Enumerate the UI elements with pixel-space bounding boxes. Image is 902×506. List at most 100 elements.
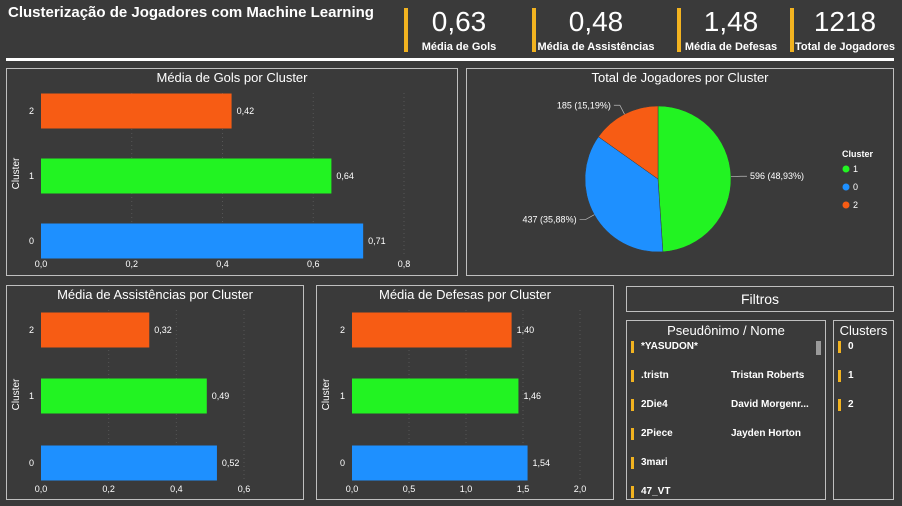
page-title: Clusterização de Jogadores com Machine L…: [8, 4, 374, 21]
data-label: 0,32: [154, 325, 172, 335]
slicer-checkbox-marker[interactable]: [631, 341, 634, 353]
bar-chart-gols: 0,0 0,2 0,4 0,6 0,8 Cluster 2 0,42 1 0,64 0 0,71: [11, 93, 411, 269]
slicer-item-name[interactable]: .tristn: [641, 370, 669, 381]
x-tick-label: 0,5: [403, 484, 416, 494]
data-label: 185 (15,19%): [557, 100, 611, 110]
y-tick-label: 0: [29, 236, 34, 246]
cluster-slicer[interactable]: Clusters 0 1 2: [833, 320, 894, 500]
y-tick-label: 1: [340, 391, 345, 401]
x-tick-label: 1,5: [517, 484, 530, 494]
x-tick-label: 0,2: [125, 259, 138, 269]
chart-panel-gols: Média de Gols por Cluster 0,0 0,2 0,4 0,6 0,…: [6, 68, 458, 276]
bar-cluster-2: [352, 312, 512, 348]
y-axis-label: Cluster: [321, 378, 332, 410]
bar-cluster-1: [41, 158, 332, 194]
legend-title: Cluster: [842, 149, 874, 159]
name-slicer[interactable]: Pseudônimo / Nome *YASUDON* .tristn Trista…: [626, 320, 826, 500]
data-label: 0,71: [368, 236, 386, 246]
x-tick-label: 0,6: [238, 484, 251, 494]
slicer-item-name[interactable]: David Morgenr...: [731, 399, 809, 410]
slicer-item-name[interactable]: *YASUDON*: [641, 341, 698, 352]
slicer-item-cluster[interactable]: 1: [848, 370, 854, 381]
y-axis-label: Cluster: [11, 378, 22, 410]
kpi-label: Média de Gols: [421, 41, 497, 53]
slicer-checkbox-marker[interactable]: [631, 370, 634, 382]
chart-panel-assistencias: Média de Assistências por Cluster 0,0 0,2…: [6, 285, 304, 500]
slicer-item-name[interactable]: Tristan Roberts: [731, 370, 804, 381]
filters-header: Filtros: [626, 286, 894, 312]
x-tick-label: 0,0: [35, 259, 48, 269]
x-tick-label: 0,4: [170, 484, 183, 494]
x-tick-label: 1,0: [460, 484, 473, 494]
bar-chart-defesas: 0,0 0,5 1,0 1,5 2,0 Cluster 2 1,40 1 1,46 0 1,54: [321, 310, 587, 494]
kpi-card-defesas: 1,48 Média de Defesas: [677, 6, 785, 54]
x-tick-label: 0,4: [216, 259, 229, 269]
legend-marker-cluster-2: [842, 201, 850, 209]
slicer-item-cluster[interactable]: 0: [848, 341, 854, 352]
bar-cluster-0: [41, 445, 217, 481]
kpi-card-gols: 0,63 Média de Gols: [404, 6, 514, 54]
x-tick-label: 0,2: [102, 484, 115, 494]
x-tick-label: 0,8: [398, 259, 411, 269]
pie-slice-cluster-1: [657, 105, 732, 253]
bar-cluster-0: [352, 445, 528, 481]
kpi-card-assistencias: 0,48 Média de Assistências: [532, 6, 660, 54]
legend-marker-cluster-1: [842, 165, 850, 173]
chart-panel-jogadores: Total de Jogadores por Cluster 596 (48,9…: [466, 68, 894, 276]
bar-cluster-2: [41, 93, 232, 129]
data-label: 0,42: [237, 106, 255, 116]
kpi-value: 1,48: [703, 6, 759, 37]
x-tick-label: 0,0: [35, 484, 48, 494]
data-label: 596 (48,93%): [750, 171, 804, 181]
y-axis-label: Cluster: [11, 157, 22, 189]
x-tick-label: 0,6: [307, 259, 320, 269]
y-tick-label: 0: [340, 458, 345, 468]
legend-item: 1: [853, 164, 858, 174]
slicer-checkbox-marker[interactable]: [631, 399, 634, 411]
leader-line: [579, 214, 595, 220]
header-divider: [6, 58, 894, 61]
slicer-item-name[interactable]: Jayden Horton: [731, 428, 801, 439]
slicer-checkbox-marker[interactable]: [838, 370, 841, 382]
y-tick-label: 0: [29, 458, 34, 468]
slicer-item-name[interactable]: 2Die4: [641, 399, 668, 410]
data-label: 1,54: [533, 458, 551, 468]
legend-item: 2: [853, 200, 858, 210]
leader-line: [613, 104, 625, 115]
legend-item: 0: [853, 182, 858, 192]
data-label: 1,40: [517, 325, 535, 335]
y-tick-label: 2: [29, 106, 34, 116]
data-label: 0,49: [212, 391, 230, 401]
slicer-item-name[interactable]: 47_VT: [641, 486, 670, 497]
bar-chart-assistencias: 0,0 0,2 0,4 0,6 Cluster 2 0,32 1 0,49 0 0,52: [11, 310, 251, 494]
data-label: 0,64: [336, 171, 354, 181]
kpi-label: Total de Jogadores: [794, 41, 896, 53]
slicer-checkbox-marker[interactable]: [838, 341, 841, 353]
kpi-label: Média de Assistências: [537, 41, 655, 53]
legend-marker-cluster-0: [842, 183, 850, 191]
slicer-checkbox-marker[interactable]: [631, 486, 634, 498]
y-tick-label: 2: [29, 325, 34, 335]
x-tick-label: 2,0: [574, 484, 587, 494]
kpi-value: 0,48: [568, 6, 624, 37]
bar-cluster-1: [352, 378, 519, 414]
slicer-item-cluster[interactable]: 2: [848, 399, 854, 410]
bar-cluster-1: [41, 378, 207, 414]
kpi-label: Média de Defesas: [684, 41, 778, 53]
slicer-title: Clusters: [839, 323, 888, 338]
data-label: 0,52: [222, 458, 240, 468]
chart-panel-defesas: Média de Defesas por Cluster 0,0 0,5 1,0 1,…: [316, 285, 614, 500]
bar-cluster-0: [41, 223, 364, 259]
kpi-card-total: 1218 Total de Jogadores: [790, 6, 900, 54]
data-label: 1,46: [523, 391, 541, 401]
slicer-checkbox-marker[interactable]: [631, 457, 634, 469]
y-tick-label: 2: [340, 325, 345, 335]
slicer-item-name[interactable]: 2Piece: [641, 428, 673, 439]
slicer-checkbox-marker[interactable]: [838, 399, 841, 411]
slicer-item-name[interactable]: 3mari: [641, 457, 668, 468]
scrollbar-thumb[interactable]: [816, 341, 821, 355]
slicer-title: Pseudônimo / Nome: [667, 323, 785, 338]
pie-chart-jogadores: 596 (48,93%) 437 (35,88%) 185 (15,19%) Clus…: [523, 100, 874, 253]
slicer-checkbox-marker[interactable]: [631, 428, 634, 440]
y-tick-label: 1: [29, 391, 34, 401]
